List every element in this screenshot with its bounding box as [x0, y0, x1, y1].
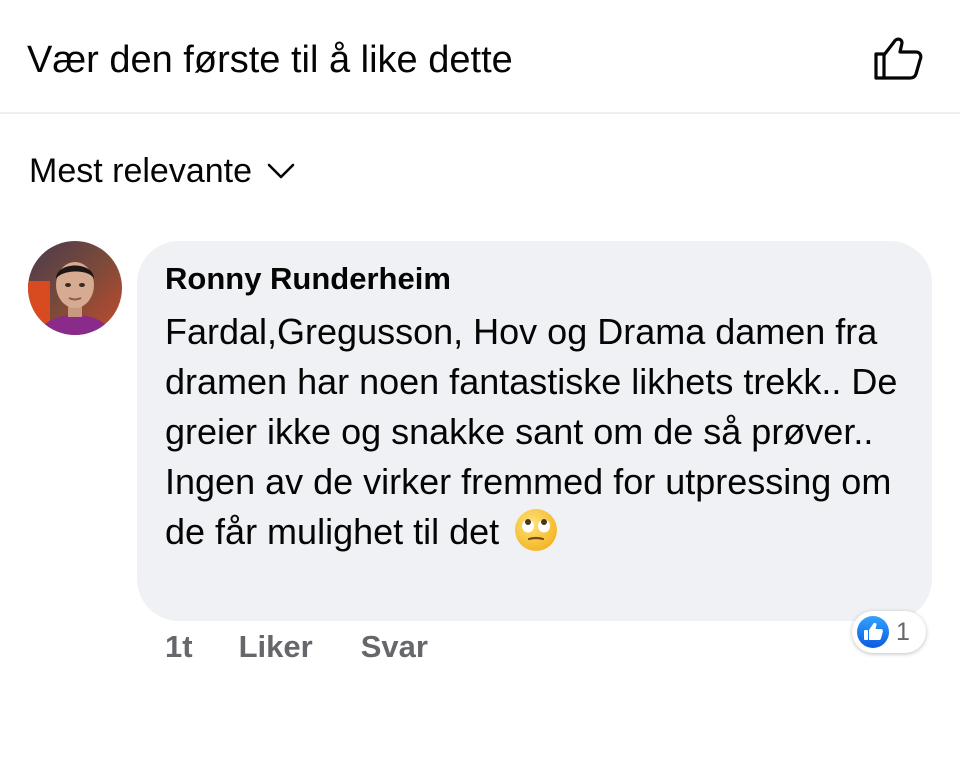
rolling-eyes-emoji-icon: [515, 509, 558, 551]
thumbs-up-outline-icon[interactable]: [872, 34, 924, 82]
likes-header: Vær den første til å like dette: [0, 0, 960, 114]
reply-button[interactable]: Svar: [361, 627, 428, 667]
chevron-down-icon: [267, 163, 295, 179]
avatar-photo: [28, 241, 122, 335]
comment-author[interactable]: Ronny Runderheim: [165, 260, 451, 298]
like-button[interactable]: Liker: [239, 627, 313, 667]
reaction-count: 1: [896, 617, 910, 646]
like-reaction-icon: [857, 616, 889, 648]
comment-bubble: Ronny Runderheim Fardal,Gregusson, Hov o…: [137, 241, 932, 621]
sort-dropdown[interactable]: Mest relevante: [29, 151, 296, 191]
comment-timestamp: 1t: [165, 629, 193, 664]
comment-text-block: Fardal,Gregusson, Hov og Drama damen fra…: [165, 307, 915, 557]
sort-label: Mest relevante: [29, 152, 252, 190]
like-prompt: Vær den første til å like dette: [27, 39, 513, 81]
avatar[interactable]: [28, 241, 122, 335]
comment-actions: 1t Liker Svar: [165, 627, 428, 667]
reaction-summary[interactable]: 1: [852, 611, 926, 653]
